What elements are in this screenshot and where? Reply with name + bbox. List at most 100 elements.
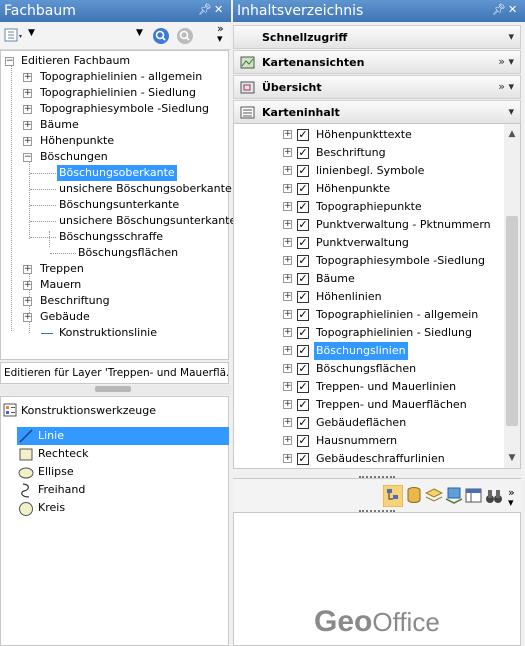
search-icon[interactable] <box>152 27 170 45</box>
layer-visibility-checkbox[interactable]: ✓ <box>297 219 309 231</box>
section-kartenansichten[interactable]: Kartenansichten » ▾ <box>233 50 521 74</box>
layer-row[interactable]: + ✓ Punktverwaltung - Pktnummern <box>234 216 504 234</box>
pin-icon[interactable]: 📌︎ <box>492 3 506 16</box>
layer-visibility-checkbox[interactable]: ✓ <box>297 453 309 465</box>
layer-visibility-checkbox[interactable]: ✓ <box>297 363 309 375</box>
right-bottom-area: GeoOffice <box>233 512 521 646</box>
tree-options-icon[interactable] <box>4 28 24 44</box>
dropdown-arrow-icon[interactable]: ▼ <box>28 28 35 38</box>
expand-icon[interactable]: + <box>283 310 292 319</box>
expand-icon[interactable]: + <box>283 256 292 265</box>
splitter[interactable] <box>0 385 231 395</box>
scroll-thumb[interactable] <box>506 216 518 426</box>
close-icon[interactable]: ✕ <box>508 3 517 16</box>
expand-icon[interactable]: + <box>283 364 292 373</box>
expand-icon[interactable]: + <box>283 292 292 301</box>
expand-icon[interactable]: + <box>283 274 292 283</box>
layer-row[interactable]: + ✓ Böschungslinien <box>234 342 504 360</box>
expand-icon[interactable]: + <box>283 346 292 355</box>
map-views-icon <box>240 56 255 69</box>
expand-icon[interactable]: + <box>283 148 292 157</box>
expand-icon[interactable]: + <box>283 436 292 445</box>
tool-freihand[interactable]: Freihand <box>17 481 229 499</box>
pin-icon[interactable]: 📌︎ <box>198 3 212 16</box>
dropdown-arrow-icon[interactable]: ▼ <box>136 28 143 38</box>
expand-icon[interactable]: + <box>283 220 292 229</box>
layer-visibility-checkbox[interactable]: ✓ <box>297 417 309 429</box>
zoom-icon[interactable] <box>176 27 194 45</box>
layer-label: Höhenpunkttexte <box>316 128 412 141</box>
layer-row[interactable]: + ✓ Gebäudeflächen <box>234 414 504 432</box>
layer-row[interactable]: + ✓ Bäume <box>234 270 504 288</box>
layer-visibility-checkbox[interactable]: ✓ <box>297 237 309 249</box>
scroll-down-icon[interactable]: ▼ <box>504 450 520 466</box>
layer-row[interactable]: + ✓ linienbegl. Symbole <box>234 162 504 180</box>
expand-icon[interactable]: + <box>283 454 292 463</box>
tool-rechteck[interactable]: Rechteck <box>17 445 229 463</box>
layer-tree-icon[interactable] <box>383 485 403 507</box>
layer-visibility-checkbox[interactable]: ✓ <box>297 381 309 393</box>
layer-row[interactable]: + ✓ Punktverwaltung <box>234 234 504 252</box>
chevron-right-double-icon[interactable]: » ▾ <box>498 80 514 93</box>
layer-visibility-checkbox[interactable]: ✓ <box>297 273 309 285</box>
layer-label: Treppen- und Mauerflächen <box>316 398 467 411</box>
layer-list: + ✓ Höhenpunkttexte + ✓ Beschriftung + ✓ linienb… <box>233 123 521 469</box>
expand-icon[interactable]: + <box>283 382 292 391</box>
layer-row[interactable]: + ✓ Topographielinien - allgemein <box>234 306 504 324</box>
layer-visibility-checkbox[interactable]: ✓ <box>297 309 309 321</box>
expand-icon[interactable]: + <box>283 238 292 247</box>
layer-visibility-checkbox[interactable]: ✓ <box>297 435 309 447</box>
scrollbar[interactable]: ▲ ▼ <box>504 124 520 468</box>
expand-icon[interactable]: + <box>283 418 292 427</box>
expand-icon[interactable]: + <box>283 400 292 409</box>
expand-icon[interactable]: + <box>283 328 292 337</box>
layer-visibility-checkbox[interactable]: ✓ <box>297 201 309 213</box>
layer-row[interactable]: + ✓ Topographiepunkte <box>234 198 504 216</box>
tool-linie[interactable]: Linie <box>17 427 229 445</box>
layer-visibility-checkbox[interactable]: ✓ <box>297 399 309 411</box>
chevron-down-icon[interactable]: ▾ <box>508 105 514 118</box>
layer-visibility-checkbox[interactable]: ✓ <box>297 345 309 357</box>
freehand-tool-icon <box>21 483 30 498</box>
layer-row[interactable]: + ✓ Höhenpunkte <box>234 180 504 198</box>
binoculars-icon[interactable] <box>485 487 503 505</box>
layer-visibility-checkbox[interactable]: ✓ <box>297 129 309 141</box>
section-uebersicht[interactable]: Übersicht » ▾ <box>233 75 521 99</box>
tool-kreis[interactable]: Kreis <box>17 499 229 517</box>
layer-row[interactable]: + ✓ Hausnummern <box>234 432 504 450</box>
layer-row[interactable]: + ✓ Höhenlinien <box>234 288 504 306</box>
layer-row[interactable]: + ✓ Topographielinien - Siedlung <box>234 324 504 342</box>
table-icon[interactable] <box>465 487 483 505</box>
chevron-down-icon[interactable]: ▾ <box>508 30 514 43</box>
layer-visibility-checkbox[interactable]: ✓ <box>297 183 309 195</box>
overflow-chevron-icon[interactable]: » ▾ <box>217 23 224 44</box>
layer-visibility-checkbox[interactable]: ✓ <box>297 291 309 303</box>
layer-edit-bar: Editieren für Layer 'Treppen- und Mauerf… <box>0 362 229 384</box>
close-icon[interactable]: ✕ <box>214 3 223 16</box>
scroll-up-icon[interactable]: ▲ <box>504 126 520 142</box>
layer-visibility-checkbox[interactable]: ✓ <box>297 165 309 177</box>
layers-icon[interactable] <box>425 487 443 505</box>
expand-icon[interactable]: + <box>283 202 292 211</box>
map-layers-icon[interactable] <box>445 487 463 505</box>
overflow-chevron-icon[interactable]: » ▾ <box>508 487 515 508</box>
construction-tools-panel: Konstruktionswerkzeuge Linie Rechteck El… <box>0 396 229 646</box>
database-icon[interactable] <box>407 487 421 505</box>
expand-icon[interactable]: + <box>283 166 292 175</box>
layer-row[interactable]: + ✓ Topographiesymbole -Siedlung <box>234 252 504 270</box>
layer-visibility-checkbox[interactable]: ✓ <box>297 255 309 267</box>
layer-row[interactable]: + ✓ Gebäudeschraffurlinien <box>234 450 504 468</box>
layer-row[interactable]: + ✓ Böschungsflächen <box>234 360 504 378</box>
layer-visibility-checkbox[interactable]: ✓ <box>297 327 309 339</box>
tool-ellipse[interactable]: Ellipse <box>17 463 229 481</box>
section-karteninhalt[interactable]: Karteninhalt ▾ <box>233 100 521 124</box>
expand-icon[interactable]: + <box>283 184 292 193</box>
layer-row[interactable]: + ✓ Treppen- und Mauerflächen <box>234 396 504 414</box>
chevron-right-double-icon[interactable]: » ▾ <box>498 55 514 68</box>
layer-row[interactable]: + ✓ Höhenpunkttexte <box>234 126 504 144</box>
layer-row[interactable]: + ✓ Treppen- und Mauerlinien <box>234 378 504 396</box>
expand-icon[interactable]: + <box>283 130 292 139</box>
layer-row[interactable]: + ✓ Beschriftung <box>234 144 504 162</box>
section-schnellzugriff[interactable]: Schnellzugriff ▾ <box>233 25 521 49</box>
layer-visibility-checkbox[interactable]: ✓ <box>297 147 309 159</box>
